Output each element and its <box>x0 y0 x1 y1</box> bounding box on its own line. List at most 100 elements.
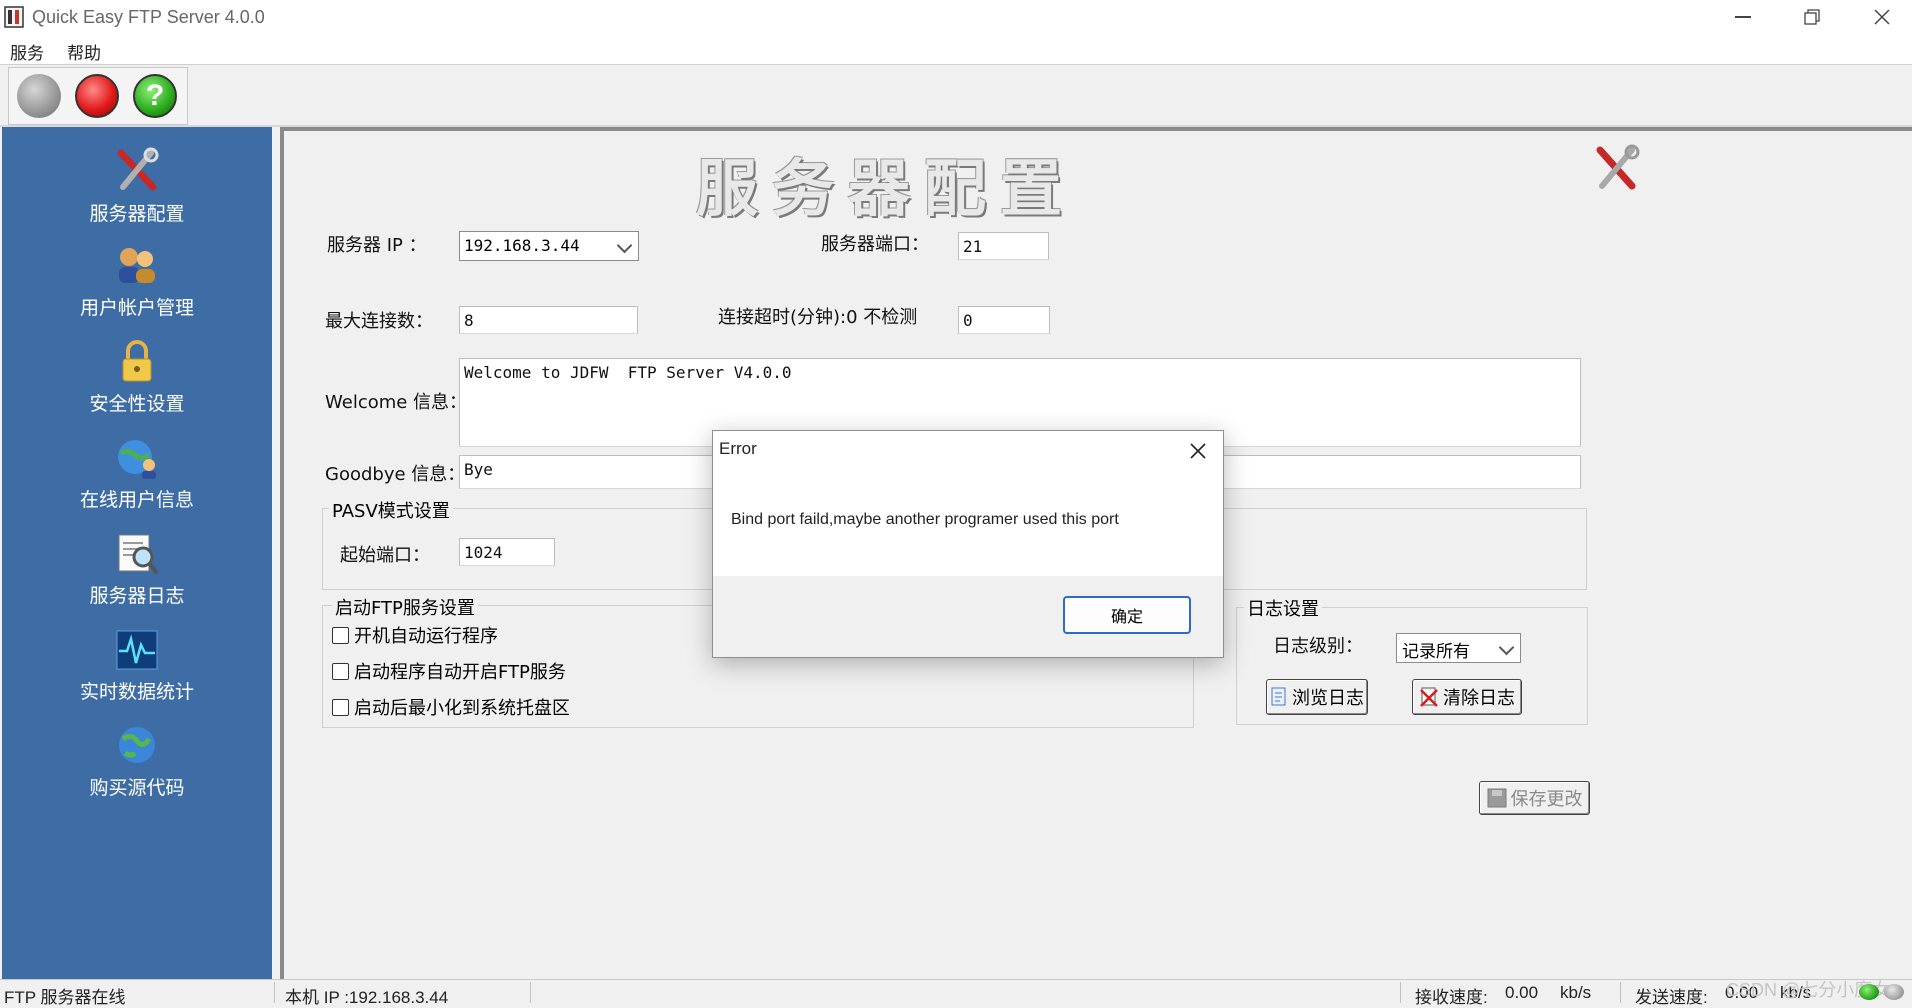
restore-button[interactable] <box>1782 0 1842 34</box>
log-level-value: 记录所有 <box>1402 642 1470 662</box>
sidebar-item-buy-source[interactable]: 购买源代码 <box>2 723 272 815</box>
globe-icon <box>119 727 155 763</box>
dialog-close-button[interactable] <box>1183 437 1213 465</box>
server-ip-value: 192.168.3.44 <box>464 236 580 255</box>
close-icon <box>1874 9 1890 25</box>
dialog-title: Error <box>719 439 757 458</box>
startup-group-title: 启动FTP服务设置 <box>332 594 478 620</box>
disk-icon <box>1487 788 1506 808</box>
sidebar-label: 安全性设置 <box>89 394 185 415</box>
sidebar-item-server-log[interactable]: 服务器日志 <box>2 531 272 623</box>
title-bar: Quick Easy FTP Server 4.0.0 <box>0 0 1912 34</box>
save-changes-button[interactable]: 保存更改 <box>1479 781 1590 815</box>
server-port-label: 服务器端口： <box>821 234 929 255</box>
browse-log-label: 浏览日志 <box>1292 688 1364 709</box>
minimize-icon <box>1735 16 1751 18</box>
server-ip-label: 服务器 IP ： <box>327 235 427 256</box>
globe-users-icon <box>118 440 156 479</box>
menu-bar: 服务 帮助 <box>0 34 1912 65</box>
server-ip-select[interactable]: 192.168.3.44 <box>459 231 639 261</box>
sidebar-item-security[interactable]: 安全性设置 <box>2 339 272 431</box>
option-label: 启动后最小化到系统托盘区 <box>354 698 570 719</box>
goodbye-label: Goodbye 信息： <box>325 464 466 485</box>
sidebar-item-statistics[interactable]: 实时数据统计 <box>2 627 272 719</box>
sidebar-label: 在线用户信息 <box>79 490 194 511</box>
close-window-button[interactable] <box>1852 0 1912 34</box>
max-connections-label: 最大连接数： <box>325 311 433 332</box>
receive-speed-unit: kb/s <box>1560 983 1592 1002</box>
page-banner: 服务器配置 <box>696 156 1077 224</box>
minimize-button[interactable] <box>1713 0 1773 34</box>
question-mark-icon: ? <box>145 79 165 112</box>
receive-speed-label: 接收速度: <box>1415 988 1488 1007</box>
log-level-select[interactable]: 记录所有 <box>1396 633 1521 663</box>
save-changes-label: 保存更改 <box>1510 789 1583 810</box>
chevron-down-icon <box>1498 639 1515 656</box>
tools-icon <box>1596 144 1640 190</box>
local-ip-text: 本机 IP :192.168.3.44 <box>285 988 449 1007</box>
option-label: 开机自动运行程序 <box>354 626 498 647</box>
status-divider <box>530 982 531 1003</box>
gray-led-icon <box>1884 984 1904 1000</box>
log-magnifier-icon <box>118 534 159 575</box>
receive-speed-value: 0.00 <box>1505 983 1539 1002</box>
users-icon <box>119 248 155 283</box>
status-divider <box>274 982 275 1003</box>
status-bar: FTP 服务器在线 本机 IP :192.168.3.44 接收速度: 0.00… <box>0 979 1912 1007</box>
log-level-label: 日志级别： <box>1273 636 1363 657</box>
menu-help[interactable]: 帮助 <box>67 39 101 64</box>
sidebar-item-server-config[interactable]: 服务器配置 <box>2 147 272 239</box>
stop-server-button[interactable] <box>75 74 119 118</box>
auto-start-ftp-option[interactable]: 启动程序自动开启FTP服务 <box>332 658 566 684</box>
help-button[interactable]: ? <box>133 74 177 118</box>
app-icon <box>4 6 24 28</box>
window-title: Quick Easy FTP Server 4.0.0 <box>32 7 265 27</box>
log-group-title: 日志设置 <box>1244 595 1322 621</box>
sidebar-label: 实时数据统计 <box>79 682 194 703</box>
welcome-label: Welcome 信息： <box>325 392 468 413</box>
server-port-input[interactable] <box>958 232 1049 260</box>
menu-service[interactable]: 服务 <box>10 39 44 64</box>
restore-icon <box>1804 9 1820 25</box>
padlock-icon <box>122 340 152 382</box>
timeout-label: 连接超时(分钟):0 不检测 <box>718 307 918 328</box>
auto-start-ftp-checkbox[interactable] <box>332 662 349 680</box>
pasv-group-title: PASV模式设置 <box>329 497 453 523</box>
dialog-message: Bind port faild,maybe another programer … <box>731 511 1119 528</box>
timeout-input[interactable] <box>958 306 1050 334</box>
sidebar-label: 服务器配置 <box>89 204 185 225</box>
clear-log-button[interactable]: 清除日志 <box>1412 679 1522 715</box>
start-server-button[interactable] <box>17 74 61 118</box>
toolbar-group: ? <box>8 67 188 125</box>
green-led-icon <box>1859 984 1879 1000</box>
sidebar-item-online-users[interactable]: 在线用户信息 <box>2 435 272 527</box>
toolbar: ? <box>0 65 1912 127</box>
auto-run-option[interactable]: 开机自动运行程序 <box>332 622 498 648</box>
error-dialog: Error Bind port faild,maybe another prog… <box>712 430 1224 658</box>
sidebar-item-users[interactable]: 用户帐户管理 <box>2 243 272 335</box>
server-status-text: FTP 服务器在线 <box>4 988 126 1007</box>
pulse-chart-icon <box>116 630 158 670</box>
auto-run-checkbox[interactable] <box>332 626 349 644</box>
sidebar-label: 用户帐户管理 <box>79 298 194 319</box>
ok-button[interactable]: 确定 <box>1063 596 1191 634</box>
start-port-input[interactable] <box>459 538 555 566</box>
sidebar-label: 服务器日志 <box>89 586 185 607</box>
start-port-label: 起始端口： <box>340 545 430 566</box>
send-speed-label: 发送速度: <box>1635 988 1708 1007</box>
status-divider <box>1620 982 1621 1003</box>
max-connections-input[interactable] <box>459 306 638 334</box>
document-icon <box>1271 687 1286 706</box>
status-divider <box>1400 982 1401 1003</box>
delete-document-icon <box>1420 687 1438 707</box>
browse-log-button[interactable]: 浏览日志 <box>1266 679 1368 715</box>
chevron-down-icon <box>616 237 633 254</box>
close-icon <box>1190 443 1206 459</box>
option-label: 启动程序自动开启FTP服务 <box>354 662 566 683</box>
minimize-to-tray-option[interactable]: 启动后最小化到系统托盘区 <box>332 694 570 720</box>
sidebar-label: 购买源代码 <box>89 778 185 799</box>
clear-log-label: 清除日志 <box>1443 688 1515 709</box>
minimize-to-tray-checkbox[interactable] <box>332 698 349 716</box>
sidebar: 服务器配置 用户帐户管理 安全性设置 在线用户信息 服务器日志 实时数据统计 购… <box>2 127 272 979</box>
tools-icon <box>117 147 159 191</box>
